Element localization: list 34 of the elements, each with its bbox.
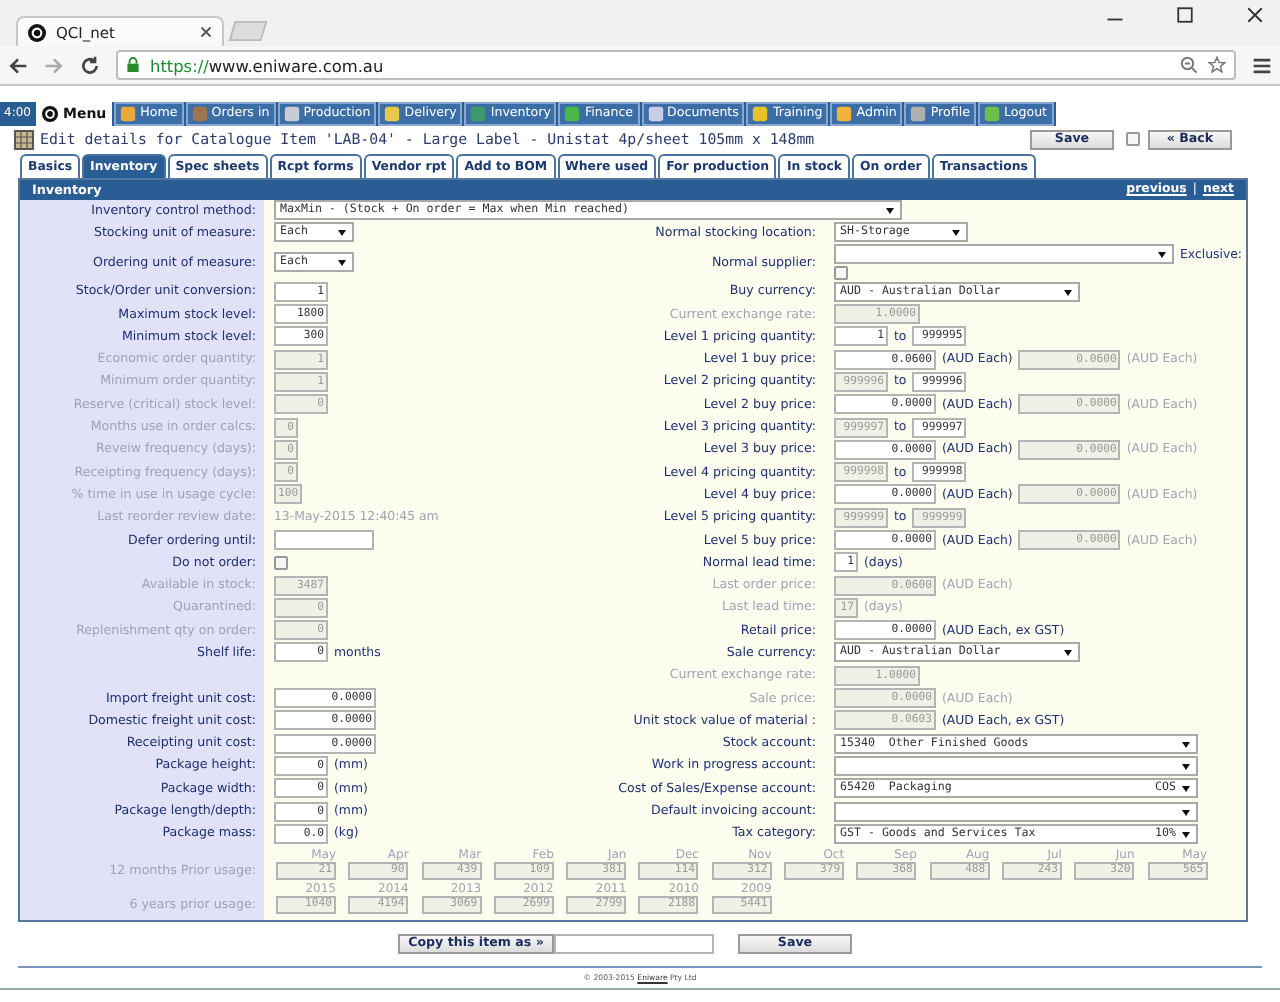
address-field[interactable]: https://www.eniware.com.au	[116, 50, 1236, 80]
dropdown[interactable]	[834, 244, 1174, 265]
tile-icon	[752, 105, 769, 121]
tile-icon	[910, 105, 927, 121]
tile-icon	[120, 105, 137, 121]
tile-icon	[191, 105, 208, 121]
menu-icon[interactable]	[1252, 55, 1272, 75]
lock-icon	[126, 56, 140, 74]
maximize-icon[interactable]	[1176, 6, 1194, 24]
input-field[interactable]	[554, 933, 714, 954]
logo-icon	[42, 105, 59, 121]
tile-icon	[470, 105, 487, 121]
reload-icon[interactable]	[80, 55, 100, 75]
forward-icon[interactable]	[44, 55, 64, 75]
tile-icon	[983, 105, 1000, 121]
zoom-icon[interactable]	[1180, 56, 1198, 74]
input-field[interactable]	[274, 530, 374, 550]
back-icon[interactable]	[8, 55, 28, 75]
dropdown[interactable]	[834, 755, 1198, 776]
tile-icon	[384, 105, 401, 121]
tile-icon	[647, 105, 664, 121]
close-icon[interactable]	[200, 26, 212, 38]
star-icon[interactable]	[1208, 56, 1226, 74]
logo-icon	[28, 23, 46, 41]
grid-icon	[14, 129, 34, 149]
checkbox[interactable]	[274, 555, 288, 570]
tile-icon	[283, 105, 300, 121]
new-tab-button[interactable]	[228, 20, 268, 42]
tile-icon	[836, 105, 853, 121]
close-icon[interactable]	[1246, 6, 1264, 24]
checkbox[interactable]	[834, 266, 848, 281]
dropdown[interactable]	[834, 801, 1198, 822]
checkbox[interactable]	[1126, 132, 1140, 146]
tile-icon	[564, 105, 581, 121]
